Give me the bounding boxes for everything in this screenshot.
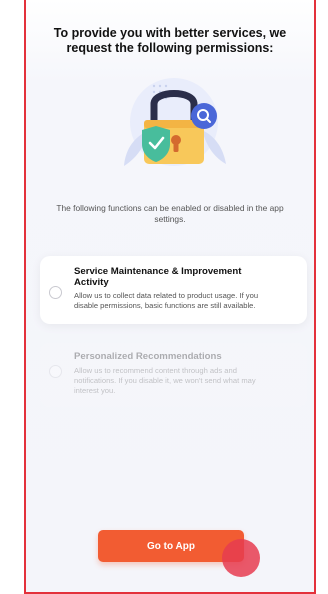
permission-desc-line-2: disable permissions, basic functions are…	[74, 301, 256, 310]
permission-title-line-1: Service Maintenance & Improvement	[74, 266, 242, 277]
magnifier-icon	[191, 103, 217, 129]
title-line-2: request the following permissions:	[66, 41, 274, 55]
permission-desc-line-1: Allow us to collect data related to prod…	[74, 291, 259, 300]
title-line-1: To provide you with better services, we	[53, 26, 287, 40]
keyhole-stem	[173, 142, 179, 152]
permission-title: Personalized Recommendations	[74, 351, 297, 362]
permission-description: Allow us to recommend content through ad…	[74, 366, 297, 396]
permission-title: Service Maintenance & Improvement Activi…	[74, 266, 297, 288]
intro-line-2: settings.	[154, 214, 186, 224]
permission-card-personalized-recommendations[interactable]: Personalized Recommendations Allow us to…	[40, 343, 307, 407]
permission-screen: To provide you with better services, we …	[24, 0, 316, 594]
permission-desc-line-3: interest you.	[74, 386, 116, 395]
page-title: To provide you with better services, we …	[40, 26, 300, 56]
intro-line-1: The following functions can be enabled o…	[56, 203, 284, 213]
radio-button[interactable]	[49, 365, 62, 378]
permission-desc-line-2: notifications. If you disable it, we won…	[74, 376, 256, 385]
permission-title-line-1: Personalized Recommendations	[74, 351, 222, 362]
radio-button[interactable]	[49, 286, 62, 299]
permission-description: Allow us to collect data related to prod…	[74, 291, 297, 311]
intro-text: The following functions can be enabled o…	[34, 203, 306, 225]
touch-indicator	[222, 539, 260, 577]
permission-desc-line-1: Allow us to recommend content through ad…	[74, 366, 237, 375]
permission-card-service-maintenance[interactable]: Service Maintenance & Improvement Activi…	[40, 256, 307, 324]
padlock-illustration	[124, 78, 226, 166]
permission-title-line-2: Activity	[74, 277, 109, 288]
